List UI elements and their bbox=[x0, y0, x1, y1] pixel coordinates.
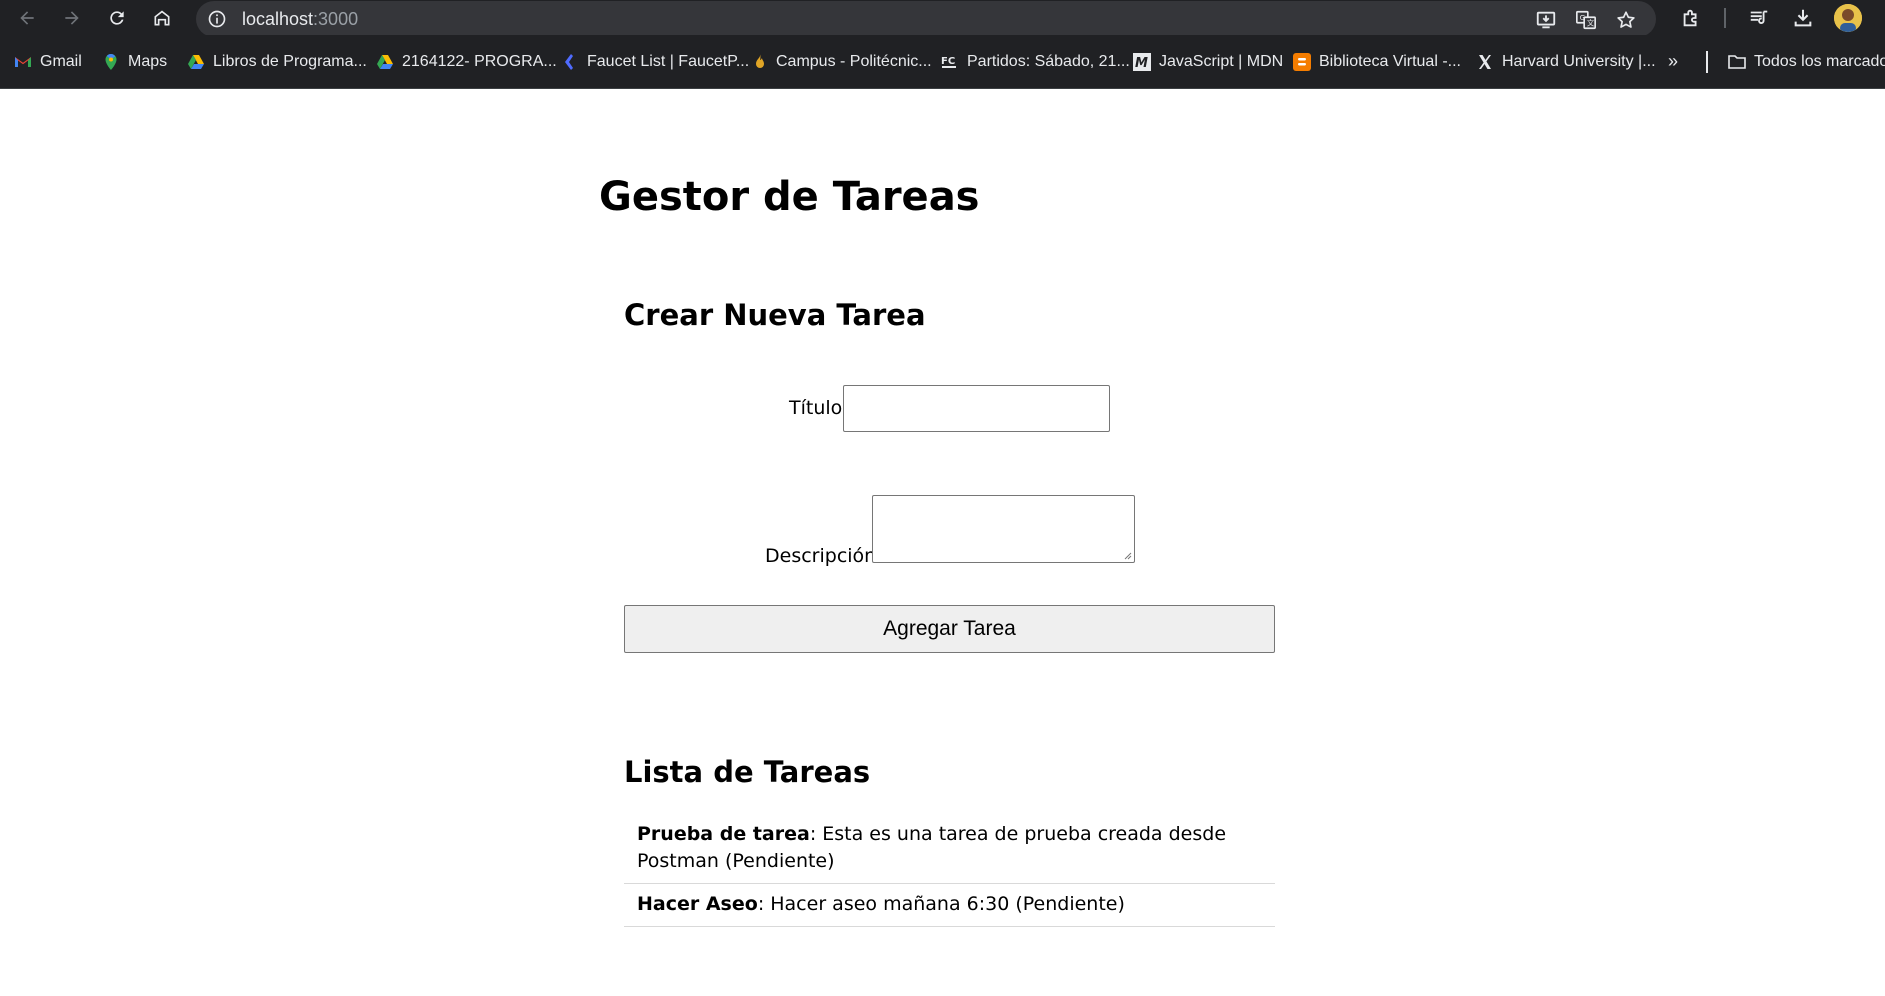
home-icon bbox=[154, 10, 170, 26]
bookmark-campus[interactable]: Campus - Politécnic... bbox=[750, 51, 932, 73]
bookmark-star-button[interactable] bbox=[1614, 8, 1638, 32]
faucet-icon bbox=[561, 53, 579, 71]
bookmark-mdn[interactable]: M JavaScript | MDN bbox=[1133, 51, 1283, 73]
folder-icon bbox=[1728, 53, 1746, 71]
download-icon bbox=[1794, 9, 1812, 27]
title-label: Título: bbox=[789, 397, 849, 419]
mdn-icon: M bbox=[1133, 53, 1151, 71]
blogger-icon bbox=[1293, 53, 1311, 71]
address-bar[interactable]: localhost:3000 G文 bbox=[196, 1, 1656, 37]
media-queue-icon bbox=[1750, 10, 1768, 24]
bookmarks-bar: Gmail Maps Libros de Programa... 2164122… bbox=[0, 35, 1885, 89]
page-title: Gestor de Tareas bbox=[599, 174, 980, 220]
reload-icon bbox=[110, 11, 124, 25]
star-icon bbox=[1617, 11, 1635, 28]
url-port: :3000 bbox=[313, 9, 359, 29]
bookmark-label: JavaScript | MDN bbox=[1159, 53, 1284, 70]
bookmark-biblioteca[interactable]: Biblioteca Virtual -... bbox=[1293, 51, 1461, 73]
fc-icon: FC bbox=[941, 53, 959, 71]
bookmark-gmail[interactable]: Gmail bbox=[14, 51, 82, 73]
bookmark-label: Partidos: Sábado, 21... bbox=[967, 53, 1130, 70]
gmail-icon bbox=[14, 53, 32, 71]
bookmark-label: 2164122- PROGRA... bbox=[402, 53, 557, 70]
description-label: Descripción: bbox=[765, 545, 883, 567]
svg-text:文: 文 bbox=[1587, 19, 1595, 28]
profile-picture-icon bbox=[1834, 4, 1862, 32]
add-task-button[interactable]: Agregar Tarea bbox=[624, 605, 1275, 653]
bookmark-faucet[interactable]: Faucet List | FaucetP... bbox=[561, 51, 749, 73]
toolbar-divider bbox=[1724, 8, 1726, 28]
resize-handle-icon[interactable] bbox=[1122, 550, 1132, 560]
install-app-icon bbox=[1536, 11, 1556, 29]
profile-avatar[interactable] bbox=[1834, 4, 1862, 32]
home-button[interactable] bbox=[149, 5, 175, 31]
task-title: Hacer Aseo bbox=[637, 893, 758, 915]
drive-icon bbox=[187, 53, 205, 71]
bookmark-label: Biblioteca Virtual -... bbox=[1319, 53, 1461, 70]
downloads-button[interactable] bbox=[1790, 5, 1816, 31]
x-icon bbox=[1476, 53, 1494, 71]
bookmark-label: Libros de Programa... bbox=[213, 53, 367, 70]
all-bookmarks-folder[interactable]: Todos los marcadores bbox=[1728, 51, 1885, 73]
task-list-heading: Lista de Tareas bbox=[624, 755, 871, 789]
bookmark-label: Todos los marcadores bbox=[1754, 53, 1885, 70]
back-button[interactable] bbox=[14, 5, 40, 31]
task-list: Prueba de tarea: Esta es una tarea de pr… bbox=[624, 814, 1275, 927]
translate-icon: G文 bbox=[1576, 10, 1596, 30]
page-content: Gestor de Tareas Crear Nueva Tarea Títul… bbox=[0, 89, 1885, 996]
svg-text:FC: FC bbox=[941, 56, 955, 67]
description-textarea[interactable] bbox=[872, 495, 1135, 563]
campus-flame-icon bbox=[750, 53, 768, 71]
reload-button[interactable] bbox=[104, 5, 130, 31]
svg-text:M: M bbox=[1135, 56, 1148, 71]
url-text[interactable]: localhost:3000 bbox=[242, 9, 358, 29]
bookmark-label: Faucet List | FaucetP... bbox=[587, 53, 750, 70]
extensions-button[interactable] bbox=[1678, 5, 1704, 31]
install-app-button[interactable] bbox=[1534, 8, 1558, 32]
bookmark-partidos[interactable]: FC Partidos: Sábado, 21... bbox=[941, 51, 1130, 73]
bookmark-harvard[interactable]: Harvard University |... bbox=[1476, 51, 1656, 73]
maps-pin-icon bbox=[102, 53, 120, 71]
create-task-heading: Crear Nueva Tarea bbox=[624, 298, 926, 332]
task-item: Prueba de tarea: Esta es una tarea de pr… bbox=[624, 814, 1275, 884]
bookmark-label: Gmail bbox=[40, 53, 82, 70]
translate-button[interactable]: G文 bbox=[1574, 8, 1598, 32]
browser-toolbar: localhost:3000 G文 bbox=[0, 0, 1885, 37]
svg-text:G: G bbox=[1580, 13, 1586, 22]
bookmark-2164122[interactable]: 2164122- PROGRA... bbox=[376, 51, 557, 73]
title-input[interactable] bbox=[843, 385, 1110, 432]
task-item: Hacer Aseo: Hacer aseo mañana 6:30 (Pend… bbox=[624, 884, 1275, 927]
bookmarks-divider bbox=[1706, 51, 1708, 73]
bookmark-label: Maps bbox=[128, 53, 168, 70]
site-info-icon[interactable] bbox=[207, 9, 227, 29]
arrow-right-icon bbox=[65, 11, 79, 25]
bookmark-maps[interactable]: Maps bbox=[102, 51, 167, 73]
puzzle-icon bbox=[1683, 9, 1697, 27]
bookmark-libros[interactable]: Libros de Programa... bbox=[187, 51, 367, 73]
bookmark-label: Campus - Politécnic... bbox=[776, 53, 932, 70]
task-title: Prueba de tarea bbox=[637, 823, 810, 845]
reading-list-button[interactable] bbox=[1746, 5, 1772, 31]
drive-icon bbox=[376, 53, 394, 71]
bookmark-label: Harvard University |... bbox=[1502, 53, 1656, 70]
task-description: : Hacer aseo mañana 6:30 (Pendiente) bbox=[757, 893, 1125, 915]
url-host: localhost bbox=[242, 9, 314, 29]
more-bookmarks-button[interactable]: » bbox=[1668, 51, 1678, 72]
forward-button[interactable] bbox=[59, 5, 85, 31]
arrow-left-icon bbox=[20, 11, 34, 25]
